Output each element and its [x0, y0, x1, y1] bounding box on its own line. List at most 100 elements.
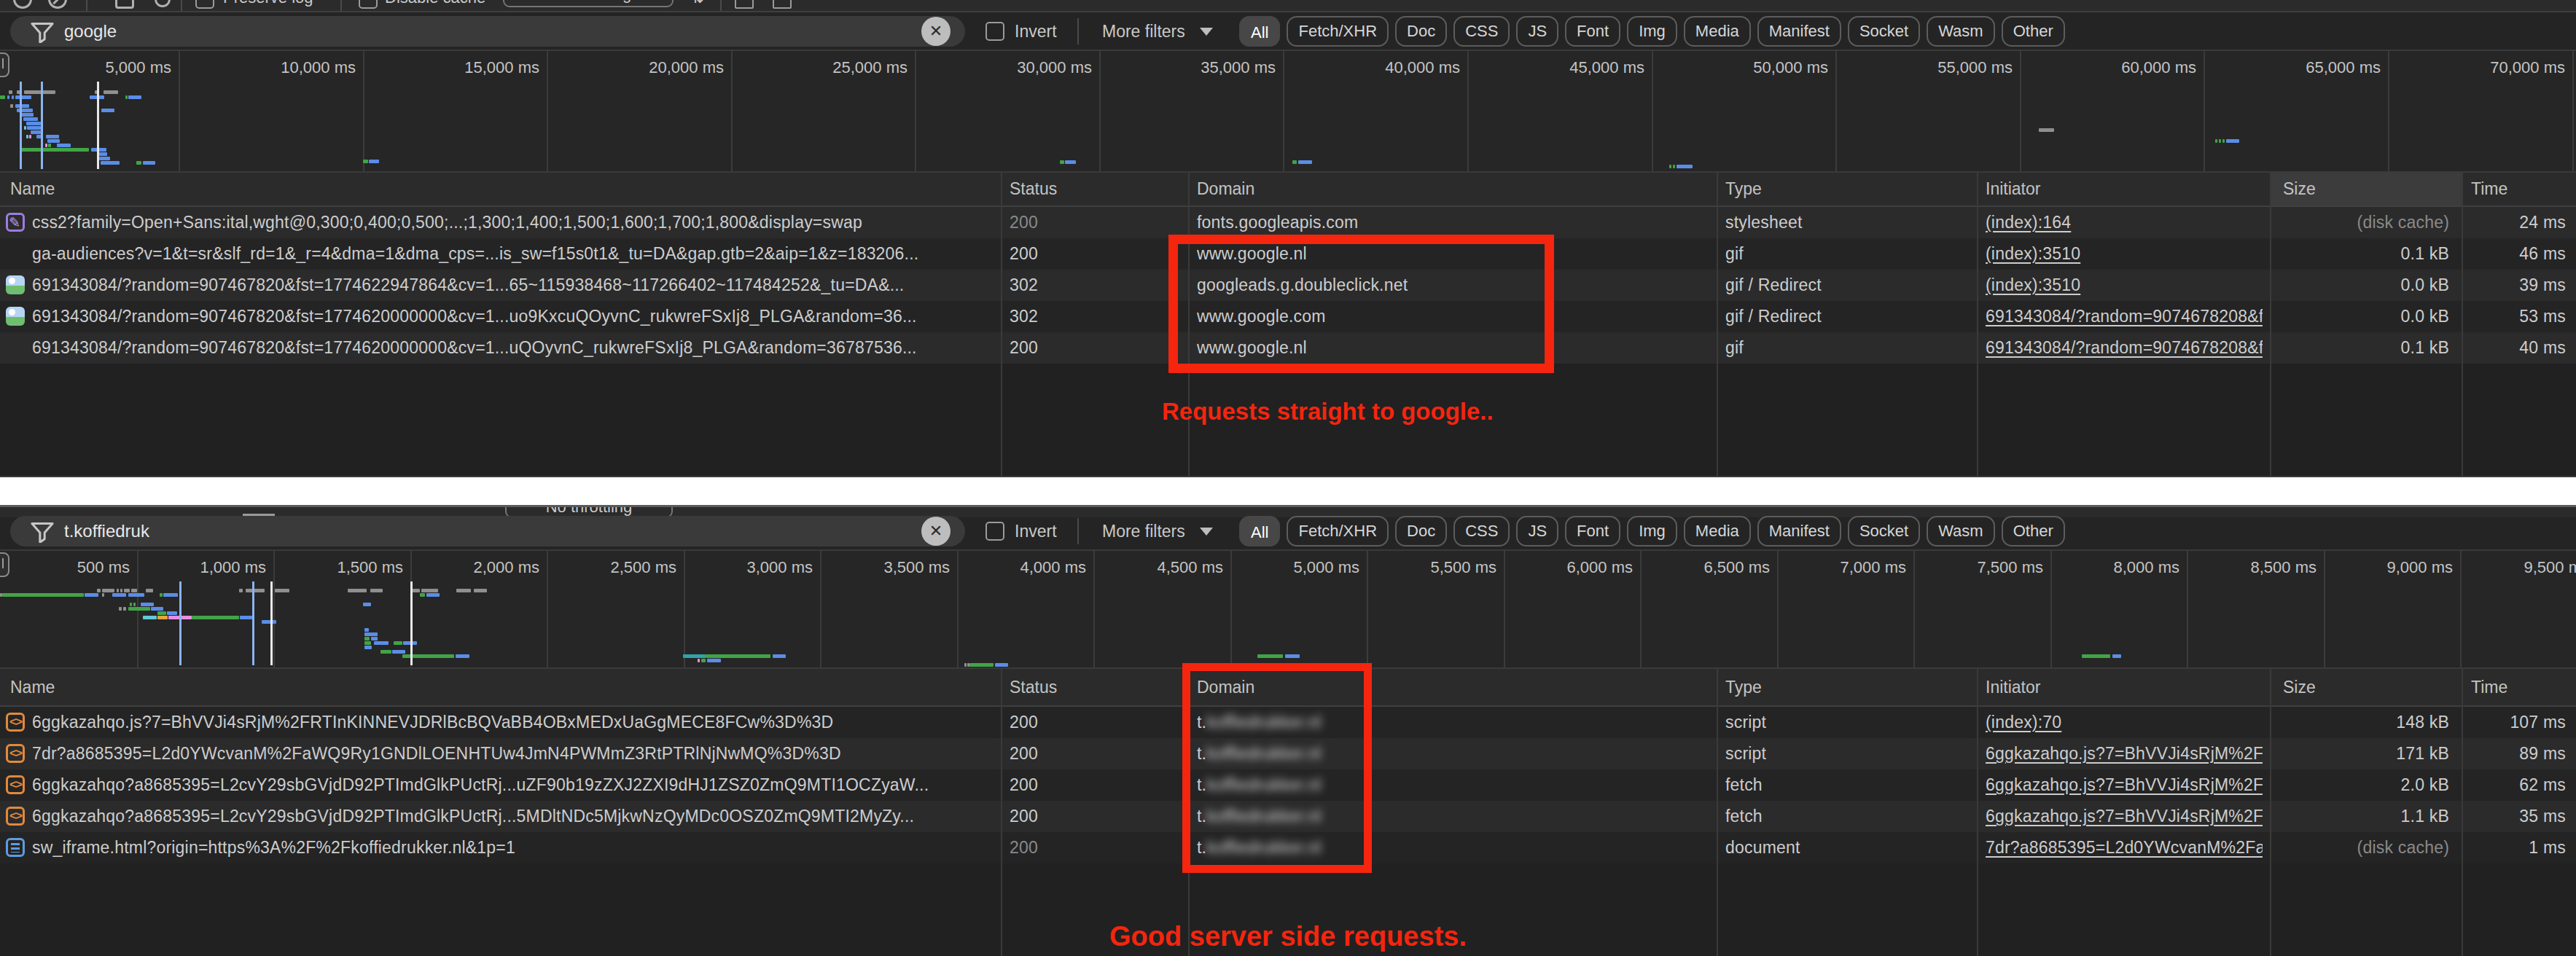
waterfall-bar [706, 654, 770, 658]
waterfall-bar [120, 589, 122, 592]
request-initiator[interactable]: 7dr?a8685395=L2d0YWcvanM%2FaWQ [1986, 832, 2263, 863]
filter-chip[interactable]: Fetch/XHR [1287, 516, 1389, 546]
disable-cache-checkbox[interactable] [359, 0, 378, 9]
column-header-time[interactable]: Time [2471, 669, 2507, 705]
search-icon[interactable] [155, 0, 171, 7]
filter-query: google [64, 16, 117, 47]
filter-chip[interactable]: Img [1627, 516, 1677, 546]
clear-filter-icon[interactable] [921, 517, 951, 546]
column-separator[interactable] [2270, 669, 2271, 956]
waterfall-bar [46, 135, 59, 138]
filter-chip[interactable]: JS [1516, 516, 1558, 546]
filter-chip[interactable]: Media [1684, 16, 1751, 47]
column-header-initiator[interactable]: Initiator [1986, 173, 2040, 205]
filter-chip[interactable]: Manifest [1757, 516, 1841, 546]
request-initiator[interactable]: (index):70 [1986, 707, 2263, 738]
filter-chip[interactable]: Img [1627, 16, 1677, 47]
column-header-status[interactable]: Status [1010, 669, 1057, 705]
column-header-time[interactable]: Time [2471, 173, 2507, 205]
waterfall-bar [99, 157, 110, 160]
filter-chip[interactable]: CSS [1453, 516, 1510, 546]
more-filters-button[interactable]: More filters [1102, 516, 1185, 546]
timeline-gridline: 55,000 ms [0, 51, 2576, 171]
request-name: 6ggkazahqo?a8685395=L2cvY29sbGVjdD92PTIm… [32, 769, 996, 801]
column-header-type[interactable]: Type [1725, 669, 1762, 705]
column-separator[interactable] [1001, 173, 1002, 477]
column-header-type[interactable]: Type [1725, 173, 1762, 205]
overview-drag-handle[interactable] [0, 552, 9, 577]
column-header-initiator[interactable]: Initiator [1986, 669, 2040, 705]
column-separator[interactable] [2462, 669, 2463, 956]
column-separator[interactable] [1717, 173, 1718, 477]
invert-checkbox[interactable] [985, 22, 1004, 41]
invert-checkbox[interactable] [985, 522, 1004, 541]
filter-chip[interactable]: Doc [1395, 516, 1447, 546]
column-separator[interactable] [1977, 173, 1978, 477]
more-filters-button[interactable]: More filters [1102, 16, 1185, 47]
preserve-log-checkbox[interactable] [195, 0, 214, 9]
request-initiator[interactable]: 691343084/?random=9074678208&fst=17 [1986, 332, 2263, 364]
waterfall-bar [157, 611, 166, 615]
filter-input[interactable]: google [10, 16, 965, 47]
column-separator[interactable] [1717, 669, 1718, 956]
request-initiator[interactable]: 6ggkazahqo.js?7=BhVVJi4sRjM%2FRT [1986, 769, 2263, 801]
record-icon[interactable] [13, 0, 32, 9]
waterfall-bar [101, 109, 114, 112]
request-initiator[interactable]: (index):3510 [1986, 238, 2263, 270]
filter-chip[interactable]: Other [2002, 16, 2065, 47]
throttling-select[interactable]: No throttling [503, 0, 674, 7]
column-header-size[interactable]: Size [2283, 173, 2316, 205]
request-initiator[interactable]: 691343084/?random=9074678208&fst=17 [1986, 301, 2263, 332]
request-size: 171 kB [2267, 738, 2449, 769]
column-header-size[interactable]: Size [2283, 669, 2316, 705]
filter-chip[interactable]: Socket [1848, 516, 1920, 546]
waterfall-bar [128, 95, 141, 99]
network-conditions-icon[interactable]: ⇅ [691, 0, 704, 7]
clear-filter-icon[interactable] [921, 17, 951, 46]
column-header-status[interactable]: Status [1010, 173, 1057, 205]
column-header-name[interactable]: Name [10, 173, 55, 205]
filter-chip[interactable]: Font [1565, 516, 1620, 546]
waterfall-bar [363, 160, 368, 163]
request-initiator[interactable]: (index):164 [1986, 207, 2263, 238]
column-header-name[interactable]: Name [10, 669, 55, 705]
filter-chip[interactable]: Socket [1848, 16, 1920, 47]
filter-divider [1077, 518, 1079, 544]
waterfall-bar [136, 161, 141, 165]
clear-icon[interactable] [48, 0, 67, 9]
filter-chip[interactable]: Fetch/XHR [1287, 16, 1389, 47]
network-overview[interactable]: 500 ms1,000 ms1,500 ms2,000 ms2,500 ms3,… [0, 549, 2576, 669]
waterfall-bar [995, 663, 1008, 667]
column-separator[interactable] [2462, 173, 2463, 477]
filter-chip[interactable]: Other [2002, 516, 2065, 546]
overview-drag-handle[interactable] [0, 52, 9, 77]
column-header-domain[interactable]: Domain [1197, 173, 1254, 205]
column-separator[interactable] [2270, 173, 2271, 477]
request-initiator[interactable]: 6ggkazahqo.js?7=BhVVJi4sRjM%2FRT [1986, 738, 2263, 769]
filter-icon[interactable] [115, 0, 134, 9]
request-initiator[interactable]: (index):3510 [1986, 270, 2263, 301]
export-har-icon[interactable] [773, 0, 792, 9]
request-row[interactable]: css2?family=Open+Sans:ital,wght@0,300;0,… [0, 207, 2576, 238]
filter-input[interactable]: t.koffiedruk [10, 516, 965, 546]
network-overview[interactable]: 5,000 ms10,000 ms15,000 ms20,000 ms25,00… [0, 50, 2576, 173]
waterfall-bar [421, 589, 438, 592]
filter-chip[interactable]: Wasm [1927, 516, 1995, 546]
filter-chip[interactable]: Font [1565, 16, 1620, 47]
waterfall-bar [143, 616, 157, 619]
waterfall-bar [239, 589, 243, 592]
column-separator[interactable] [1977, 669, 1978, 956]
filter-chip[interactable]: Doc [1395, 16, 1447, 47]
filter-chip[interactable]: Media [1684, 516, 1751, 546]
filter-chip[interactable]: All [1239, 16, 1280, 47]
request-initiator[interactable]: 6ggkazahqo.js?7=BhVVJi4sRjM%2FRT [1986, 801, 2263, 832]
timeline-gridline: 10,000 ms [0, 51, 2576, 171]
import-har-icon[interactable] [735, 0, 754, 9]
filter-chip[interactable]: Manifest [1757, 16, 1841, 47]
column-separator[interactable] [1001, 669, 1002, 956]
filter-chip[interactable]: JS [1516, 16, 1558, 47]
filter-chip[interactable]: All [1239, 516, 1280, 546]
filter-chip[interactable]: CSS [1453, 16, 1510, 47]
waterfall-bar [31, 130, 42, 134]
filter-chip[interactable]: Wasm [1927, 16, 1995, 47]
